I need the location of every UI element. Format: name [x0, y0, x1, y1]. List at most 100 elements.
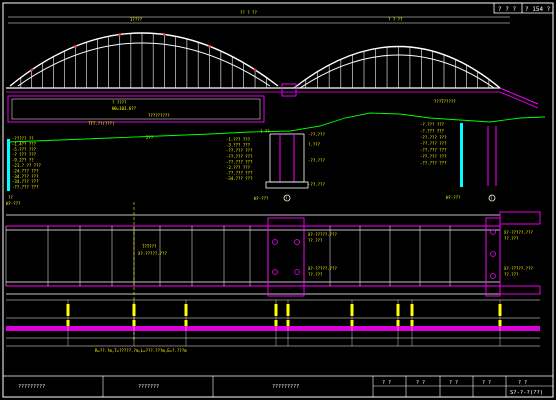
- right-pier-elevation: -??.??? ???: [420, 141, 447, 146]
- profile-station-label: [66, 304, 70, 316]
- middle-pier-elevation: -??.??? ???: [226, 159, 253, 164]
- arch-marker: [208, 45, 211, 48]
- plan-pier-note-1: X?-?????.???: [308, 232, 337, 237]
- profile-elevation-label: [410, 320, 414, 326]
- plan-pier-note-3: X?-?????.???: [308, 266, 337, 271]
- arch-marker: [253, 68, 257, 72]
- profile-elevation-label: [498, 320, 502, 326]
- plan-view: [5, 202, 541, 340]
- title-cell-3: ?????????: [272, 384, 299, 390]
- plan-right-note-1: X?-?????.???: [504, 230, 533, 235]
- left-pier-elevation: -9.2?? ??: [12, 158, 34, 163]
- right-pier: [487, 126, 497, 202]
- profile-station-label: [132, 304, 136, 316]
- title-cell-1: ?????????: [18, 384, 45, 390]
- title-cell-2: ???????: [138, 384, 159, 390]
- profile-station-label: [184, 304, 188, 316]
- top-dimension: ?? ? ?? 1???? ? ? ??: [8, 10, 510, 24]
- middle-pier-id: ?: [285, 196, 288, 201]
- plan-right-note-4: ??.???: [504, 272, 519, 277]
- right-pier-elevation: -??.??? ???: [420, 148, 447, 153]
- middle-pier-right-1: -??.???: [308, 132, 325, 137]
- profile-elevation-label: [184, 320, 188, 326]
- middle-pier-right-3: -??.???: [308, 158, 325, 163]
- right-pier-sub: H?-???: [446, 195, 461, 200]
- middle-pier-elevation: -34.??? ???: [226, 176, 253, 181]
- right-pier-strip: [460, 123, 463, 187]
- title-cell-6: ? ?: [449, 380, 458, 386]
- left-section-box: ? ???? H0=103.6?? ?????????: [7, 95, 265, 123]
- middle-pier-elevation: -3.??? ???: [226, 143, 251, 148]
- header-block: ? ? ? ? 154 ?: [493, 2, 554, 14]
- left-box-note: ?????????: [148, 113, 170, 118]
- profile-formula: R=??.?m,T=?????.?m,L=???.???m,E=?.???m: [95, 348, 187, 353]
- header-cell-1: ? ? ?: [498, 6, 516, 13]
- left-box-value: H0=103.6??: [112, 106, 137, 111]
- arch-marker: [118, 33, 121, 36]
- profile-station-label: [350, 304, 354, 316]
- left-pier-elevation: -24.??? ???: [12, 168, 39, 173]
- right-pier-elevation: -?.??? ???: [420, 122, 445, 127]
- left-pier-elevation: -34.??? ???: [12, 174, 39, 179]
- left-pier-elevation: -21.? ?? ???: [12, 163, 41, 168]
- middle-pier-right-2: ?.???: [308, 142, 321, 147]
- middle-pier-elevation: -??.??? ???: [226, 154, 253, 159]
- sheet-number: S?-?-?(??): [510, 390, 543, 396]
- left-pier-elevation: -34.??? ???: [12, 179, 39, 184]
- middle-pier-elevations: -1.??? ???-3.??? ???-??.??? ???-??.??? ?…: [226, 137, 253, 181]
- middle-pier-elevation: -??.??? ???: [226, 171, 253, 176]
- middle-pier-top: ? ??: [260, 129, 270, 134]
- left-pier-elevation: -??.??? ???: [12, 185, 39, 190]
- left-pier-elevation: -? ??? ???: [12, 152, 37, 157]
- profile-station-label: [498, 304, 502, 316]
- right-pier-elevation: -?.??? ???: [420, 128, 445, 133]
- left-ground-label: TTT.??(???): [88, 121, 115, 126]
- top-dimension-right: ? ? ??: [388, 17, 403, 22]
- plan-right-note-3: X?-?????.???: [504, 266, 533, 271]
- cad-drawing-canvas: ? ? ? ? 154 ? ?? ? ?? 1???? ? ? ?? ? ???…: [2, 2, 554, 398]
- title-cell-4: ? ?: [382, 380, 391, 386]
- middle-pier: [265, 133, 309, 202]
- right-pier-elevations: -?.??? ???-?.??? ???-??.??? ???-??.??? ?…: [420, 122, 447, 165]
- top-dimension-main: ?? ? ??: [240, 10, 257, 15]
- plan-label-2: X?-?????.???: [138, 251, 167, 256]
- title-cell-7: ? ?: [482, 380, 491, 386]
- top-dimension-left: 1????: [130, 17, 143, 22]
- profile-station-label: [286, 304, 290, 316]
- right-arch: [293, 45, 501, 89]
- right-pier-elevation: -??.??? ???: [420, 160, 447, 165]
- middle-pier-sub: H?-???: [254, 196, 269, 201]
- left-abutment-strip: [7, 139, 10, 191]
- ground-profile: [7, 112, 546, 143]
- header-cell-2: ? 154 ?: [525, 6, 551, 13]
- plan-pier-note-4: ??.???: [308, 272, 323, 277]
- profile-band: [6, 299, 540, 347]
- plan-right-note-2: ??.???: [504, 236, 519, 241]
- title-cell-8: ? ?: [518, 380, 527, 386]
- right-pier-elevation: -??.??? ???: [420, 154, 447, 159]
- profile-station-label: [410, 304, 414, 316]
- middle-pier-right-4: -??.???: [308, 182, 325, 187]
- title-cell-5: ? ?: [416, 380, 425, 386]
- profile-elevation-label: [396, 320, 400, 326]
- profile-station-label: [274, 304, 278, 316]
- right-pier-id: ?: [490, 196, 493, 201]
- title-block: ????????? ??????? ????????? ? ? ? ? ? ? …: [3, 375, 553, 397]
- arch-marker: [163, 33, 166, 36]
- middle-pier-elevation: -1.??? ???: [226, 137, 251, 142]
- left-pier-elevations: -????? ??-1.4?? ???-5.??? ???-? ??? ???-…: [12, 136, 41, 190]
- profile-station-label: [396, 304, 400, 316]
- left-arch: [9, 32, 279, 88]
- left-pier-elevation: -5.??? ???: [12, 147, 37, 152]
- left-pier-id: ??: [8, 195, 13, 200]
- profile-elevation-label: [350, 320, 354, 326]
- plan-pier-note-2: ??.???: [308, 238, 323, 243]
- profile-elevation-label: [132, 320, 136, 326]
- arch-marker: [74, 45, 77, 48]
- middle-pier-elevation: -2.??? ???: [226, 165, 251, 170]
- left-ground-dim: 2??: [146, 135, 154, 140]
- profile-elevation-label: [286, 320, 290, 326]
- profile-elevation-label: [66, 320, 70, 326]
- right-pier-elevation: -??.??? ???: [420, 135, 447, 140]
- left-pier-elevation: -????? ??: [12, 136, 34, 141]
